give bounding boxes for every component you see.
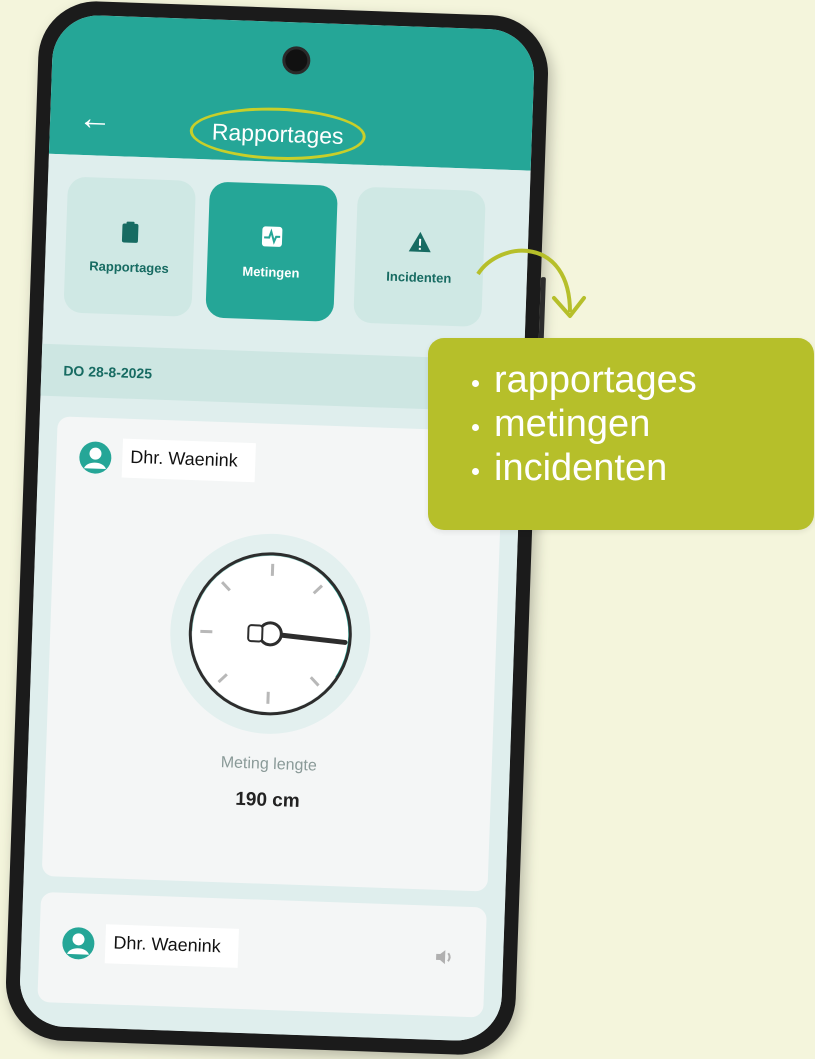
curved-arrow-icon [476,248,586,318]
title-highlight: Rapportages [188,104,367,163]
tile-label: Rapportages [89,257,170,276]
category-tiles: Rapportages Metingen Incidenten [63,176,516,342]
gauge-icon [170,533,371,734]
callout-list: rapportages metingen incidenten [428,338,814,490]
report-card-2[interactable]: Dhr. Waenink [37,891,487,1018]
person-row: Dhr. Waenink [61,923,240,968]
tile-metingen[interactable]: Metingen [205,181,338,322]
back-arrow-icon[interactable]: ← [78,99,113,138]
date-text: DO 28-8-2025 [63,362,153,382]
speaker-icon[interactable] [433,946,456,969]
callout-item: metingen [472,402,814,446]
person-name: Dhr. Waenink [121,438,257,483]
avatar-icon [79,441,112,474]
heart-monitor-icon [261,225,283,247]
callout-item: incidenten [472,446,814,490]
clipboard-icon [121,221,139,243]
measurement-label: Meting lengte [220,754,318,775]
measurement-value: 190 cm [234,788,301,812]
page-title: Rapportages [211,117,345,149]
tile-label: Metingen [242,263,300,281]
tile-incidenten[interactable]: Incidenten [353,186,486,328]
tile-label: Incidenten [386,268,452,286]
warning-icon [408,231,431,252]
tile-rapportages[interactable]: Rapportages [63,176,197,317]
main-content: Rapportages Metingen Incidenten DO 28-8-… [18,153,531,1043]
person-row: Dhr. Waenink [78,437,257,483]
callout-box: rapportages metingen incidenten [428,338,814,530]
callout-item: rapportages [472,358,814,402]
person-name: Dhr. Waenink [104,924,240,968]
app-bar: ← Rapportages [48,13,536,171]
avatar-icon [62,926,95,959]
